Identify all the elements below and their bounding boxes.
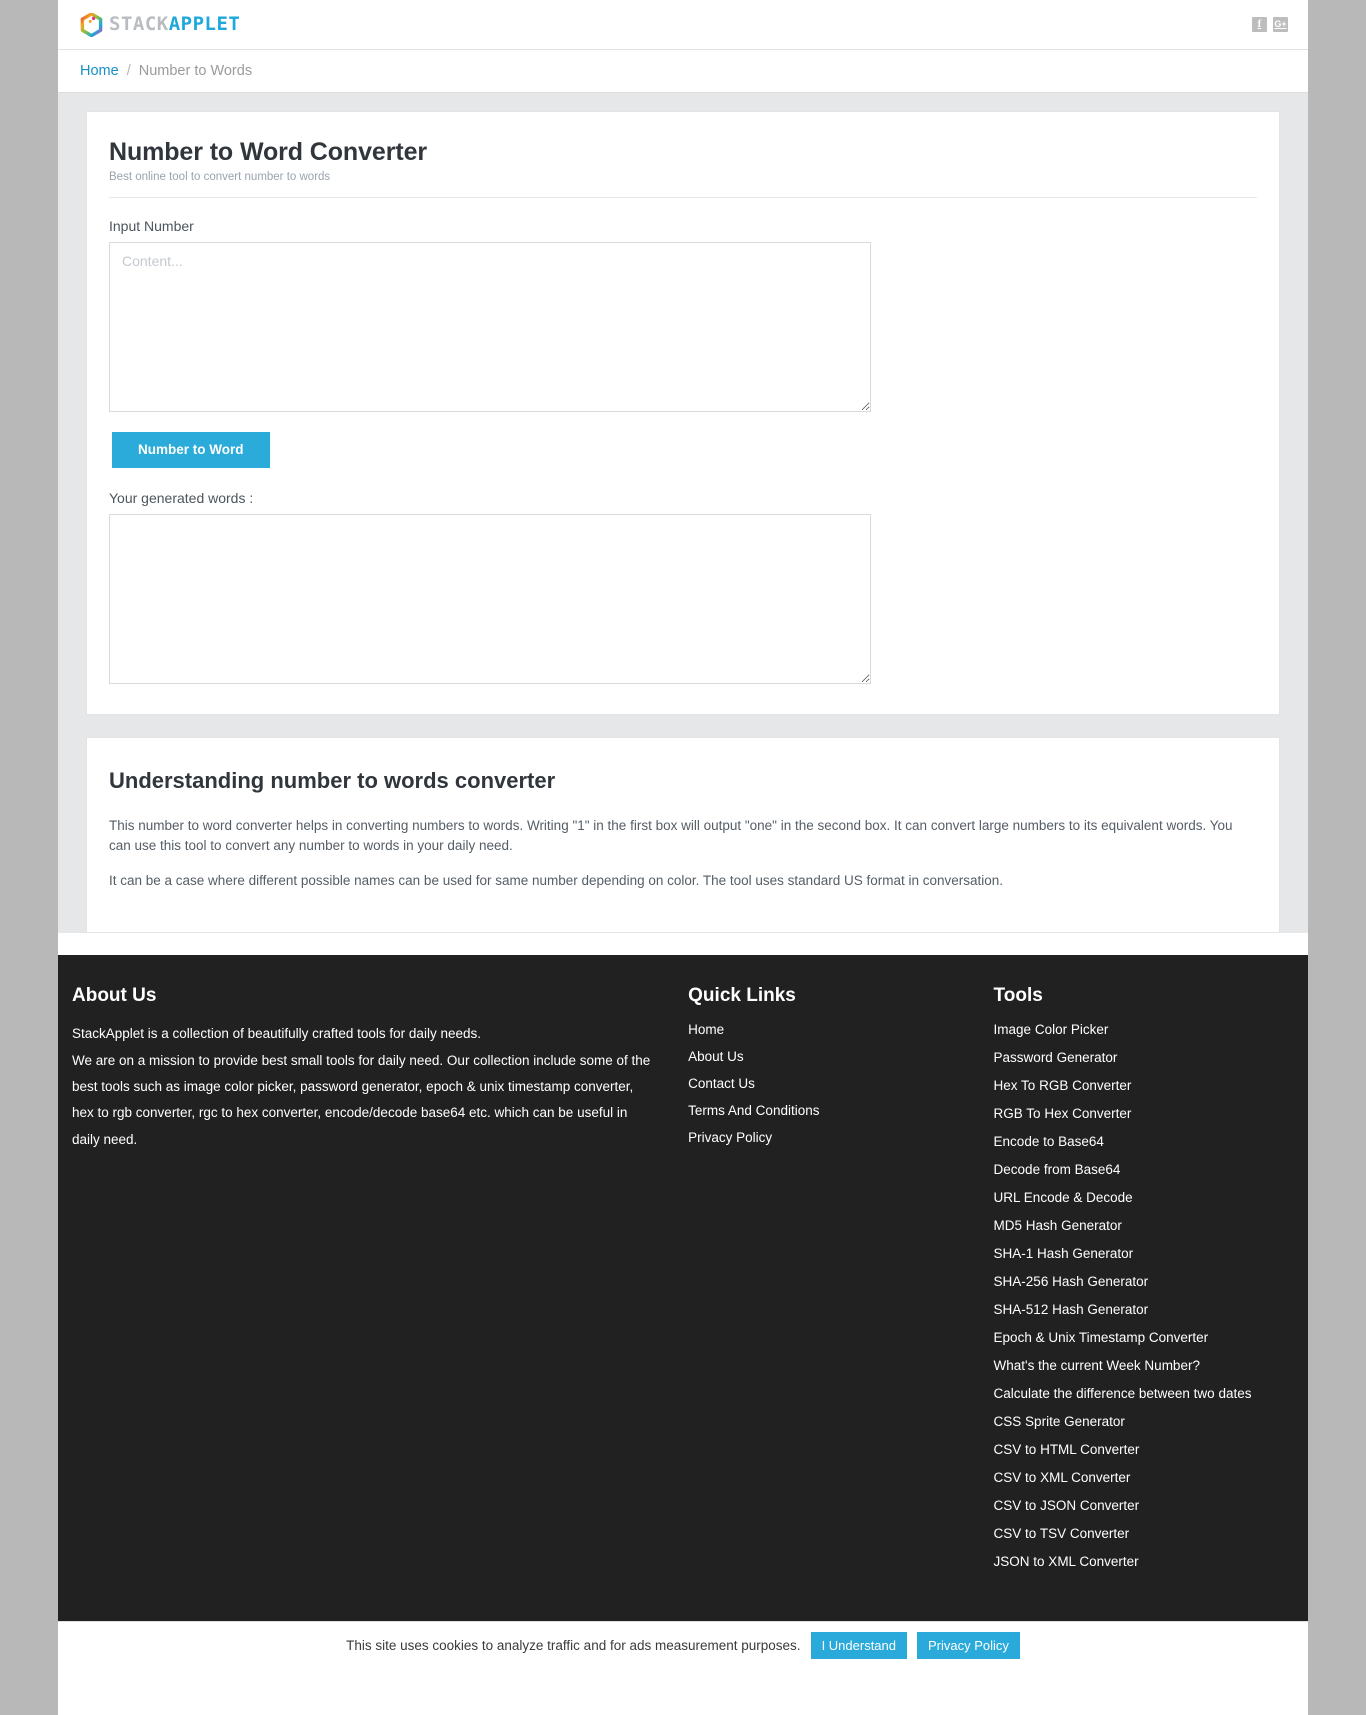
list-item: Calculate the difference between two dat… bbox=[994, 1385, 1294, 1401]
title-divider bbox=[109, 197, 1257, 198]
breadcrumb-current: Number to Words bbox=[138, 63, 253, 79]
social-icons: f G+ bbox=[1252, 17, 1288, 32]
list-item: Privacy Policy bbox=[688, 1129, 993, 1145]
info-paragraph-2: It can be a case where different possibl… bbox=[109, 873, 1004, 889]
footer-tool-link-19[interactable]: JSON to XML Converter bbox=[994, 1554, 1139, 1569]
site-footer: About Us StackApplet is a collection of … bbox=[58, 955, 1308, 1622]
footer-about-line-2: We are on a mission to provide best smal… bbox=[72, 1052, 651, 1147]
generated-words-label: Your generated words : bbox=[109, 489, 254, 506]
input-number-textarea[interactable] bbox=[109, 242, 871, 412]
facebook-icon[interactable]: f bbox=[1252, 17, 1267, 32]
breadcrumb-separator: / bbox=[126, 63, 131, 79]
footer-tool-link-3[interactable]: RGB To Hex Converter bbox=[994, 1106, 1132, 1121]
list-item: CSV to HTML Converter bbox=[994, 1441, 1294, 1457]
hexagon-rainbow-icon bbox=[80, 11, 103, 37]
footer-tool-link-12[interactable]: What's the current Week Number? bbox=[994, 1358, 1200, 1373]
footer-column-about: About Us StackApplet is a collection of … bbox=[72, 985, 688, 1581]
footer-tool-link-9[interactable]: SHA-256 Hash Generator bbox=[994, 1274, 1149, 1289]
footer-tool-link-15[interactable]: CSV to HTML Converter bbox=[994, 1442, 1140, 1457]
footer-tool-link-13[interactable]: Calculate the difference between two dat… bbox=[994, 1386, 1252, 1401]
list-item: SHA-512 Hash Generator bbox=[994, 1301, 1294, 1317]
site-header: STACKAPPLET f G+ bbox=[58, 0, 1308, 50]
brand-logo-link[interactable]: STACKAPPLET bbox=[80, 11, 240, 37]
footer-tool-link-0[interactable]: Image Color Picker bbox=[994, 1022, 1109, 1037]
footer-tool-link-1[interactable]: Password Generator bbox=[994, 1050, 1118, 1065]
footer-tool-link-4[interactable]: Encode to Base64 bbox=[994, 1134, 1104, 1149]
footer-about-line-1: StackApplet is a collection of beautiful… bbox=[72, 1026, 481, 1042]
brand-text: STACKAPPLET bbox=[109, 15, 240, 34]
info-paragraph-1: This number to word converter helps in c… bbox=[109, 817, 1233, 854]
brand-text-stack: STACK bbox=[109, 13, 169, 35]
main-content: Number to Word Converter Best online too… bbox=[58, 93, 1308, 934]
footer-quick-link-1[interactable]: About Us bbox=[688, 1049, 744, 1064]
list-item: CSV to TSV Converter bbox=[994, 1525, 1294, 1541]
footer-tool-link-14[interactable]: CSS Sprite Generator bbox=[994, 1414, 1125, 1429]
footer-tool-link-2[interactable]: Hex To RGB Converter bbox=[994, 1078, 1132, 1093]
list-item: URL Encode & Decode bbox=[994, 1189, 1294, 1205]
page-frame: STACKAPPLET f G+ Home / Number to Words … bbox=[0, 0, 1366, 1715]
footer-columns: About Us StackApplet is a collection of … bbox=[58, 985, 1308, 1581]
info-card: Understanding number to words converter … bbox=[86, 736, 1280, 934]
footer-tool-link-16[interactable]: CSV to XML Converter bbox=[994, 1470, 1131, 1485]
google-plus-icon[interactable]: G+ bbox=[1273, 17, 1288, 32]
tools-list: Image Color Picker Password Generator Hex … bbox=[994, 1021, 1294, 1569]
footer-heading-tools: Tools bbox=[993, 985, 1043, 1007]
footer-heading-quick-links: Quick Links bbox=[688, 985, 796, 1007]
footer-quick-link-2[interactable]: Contact Us bbox=[688, 1076, 755, 1091]
footer-tool-link-8[interactable]: SHA-1 Hash Generator bbox=[994, 1246, 1134, 1261]
output-words-textarea[interactable] bbox=[109, 513, 871, 684]
cookie-accept-button[interactable]: I Understand bbox=[810, 1632, 907, 1660]
list-item: Encode to Base64 bbox=[994, 1133, 1294, 1149]
footer-tool-link-10[interactable]: SHA-512 Hash Generator bbox=[994, 1302, 1149, 1317]
converter-card: Number to Word Converter Best online too… bbox=[86, 111, 1280, 715]
footer-tool-link-7[interactable]: MD5 Hash Generator bbox=[994, 1218, 1122, 1233]
list-item: What's the current Week Number? bbox=[994, 1357, 1294, 1373]
list-item: JSON to XML Converter bbox=[994, 1553, 1294, 1569]
footer-heading-about: About Us bbox=[72, 985, 157, 1007]
footer-tool-link-17[interactable]: CSV to JSON Converter bbox=[994, 1498, 1140, 1513]
number-to-word-button[interactable]: Number to Word bbox=[112, 432, 270, 468]
list-item: SHA-256 Hash Generator bbox=[994, 1273, 1294, 1289]
cookie-message: This site uses cookies to analyze traffi… bbox=[346, 1638, 801, 1654]
footer-tool-link-11[interactable]: Epoch & Unix Timestamp Converter bbox=[994, 1330, 1209, 1345]
list-item: CSS Sprite Generator bbox=[994, 1413, 1294, 1429]
footer-quick-link-4[interactable]: Privacy Policy bbox=[688, 1130, 772, 1145]
info-card-title: Understanding number to words converter bbox=[109, 767, 556, 793]
list-item: SHA-1 Hash Generator bbox=[994, 1245, 1294, 1261]
list-item: Epoch & Unix Timestamp Converter bbox=[994, 1329, 1294, 1345]
list-item: Home bbox=[688, 1021, 993, 1037]
footer-column-quick-links: Quick Links Home About Us Contact Us Terms … bbox=[688, 985, 993, 1581]
cookie-privacy-policy-button[interactable]: Privacy Policy bbox=[917, 1632, 1020, 1660]
list-item: Hex To RGB Converter bbox=[994, 1077, 1294, 1093]
list-item: About Us bbox=[688, 1048, 993, 1064]
breadcrumb-link-home[interactable]: Home bbox=[80, 63, 119, 79]
list-item: CSV to JSON Converter bbox=[994, 1497, 1294, 1513]
footer-quick-link-3[interactable]: Terms And Conditions bbox=[688, 1103, 819, 1118]
page-title: Number to Word Converter bbox=[109, 138, 427, 166]
quick-links-list: Home About Us Contact Us Terms And Conditio… bbox=[688, 1021, 993, 1145]
brand-text-applet: APPLET bbox=[168, 13, 241, 35]
cookie-consent-bar: This site uses cookies to analyze traffi… bbox=[58, 1621, 1308, 1670]
list-item: Decode from Base64 bbox=[994, 1161, 1294, 1177]
footer-tool-link-18[interactable]: CSV to TSV Converter bbox=[994, 1526, 1130, 1541]
footer-tool-link-5[interactable]: Decode from Base64 bbox=[994, 1162, 1121, 1177]
list-item: CSV to XML Converter bbox=[994, 1469, 1294, 1485]
page-inner: STACKAPPLET f G+ Home / Number to Words … bbox=[58, 0, 1308, 1715]
page-subtitle: Best online tool to convert number to wo… bbox=[109, 171, 331, 183]
list-item: MD5 Hash Generator bbox=[994, 1217, 1294, 1233]
list-item: Contact Us bbox=[688, 1075, 993, 1091]
input-number-label: Input Number bbox=[109, 218, 194, 234]
breadcrumb: Home / Number to Words bbox=[58, 50, 1308, 93]
footer-quick-link-0[interactable]: Home bbox=[688, 1022, 724, 1037]
footer-tool-link-6[interactable]: URL Encode & Decode bbox=[994, 1190, 1133, 1205]
list-item: Image Color Picker bbox=[994, 1021, 1294, 1037]
list-item: Password Generator bbox=[994, 1049, 1294, 1065]
list-item: Terms And Conditions bbox=[688, 1102, 993, 1118]
list-item: RGB To Hex Converter bbox=[994, 1105, 1294, 1121]
footer-column-tools: Tools Image Color Picker Password Generat… bbox=[994, 985, 1294, 1581]
